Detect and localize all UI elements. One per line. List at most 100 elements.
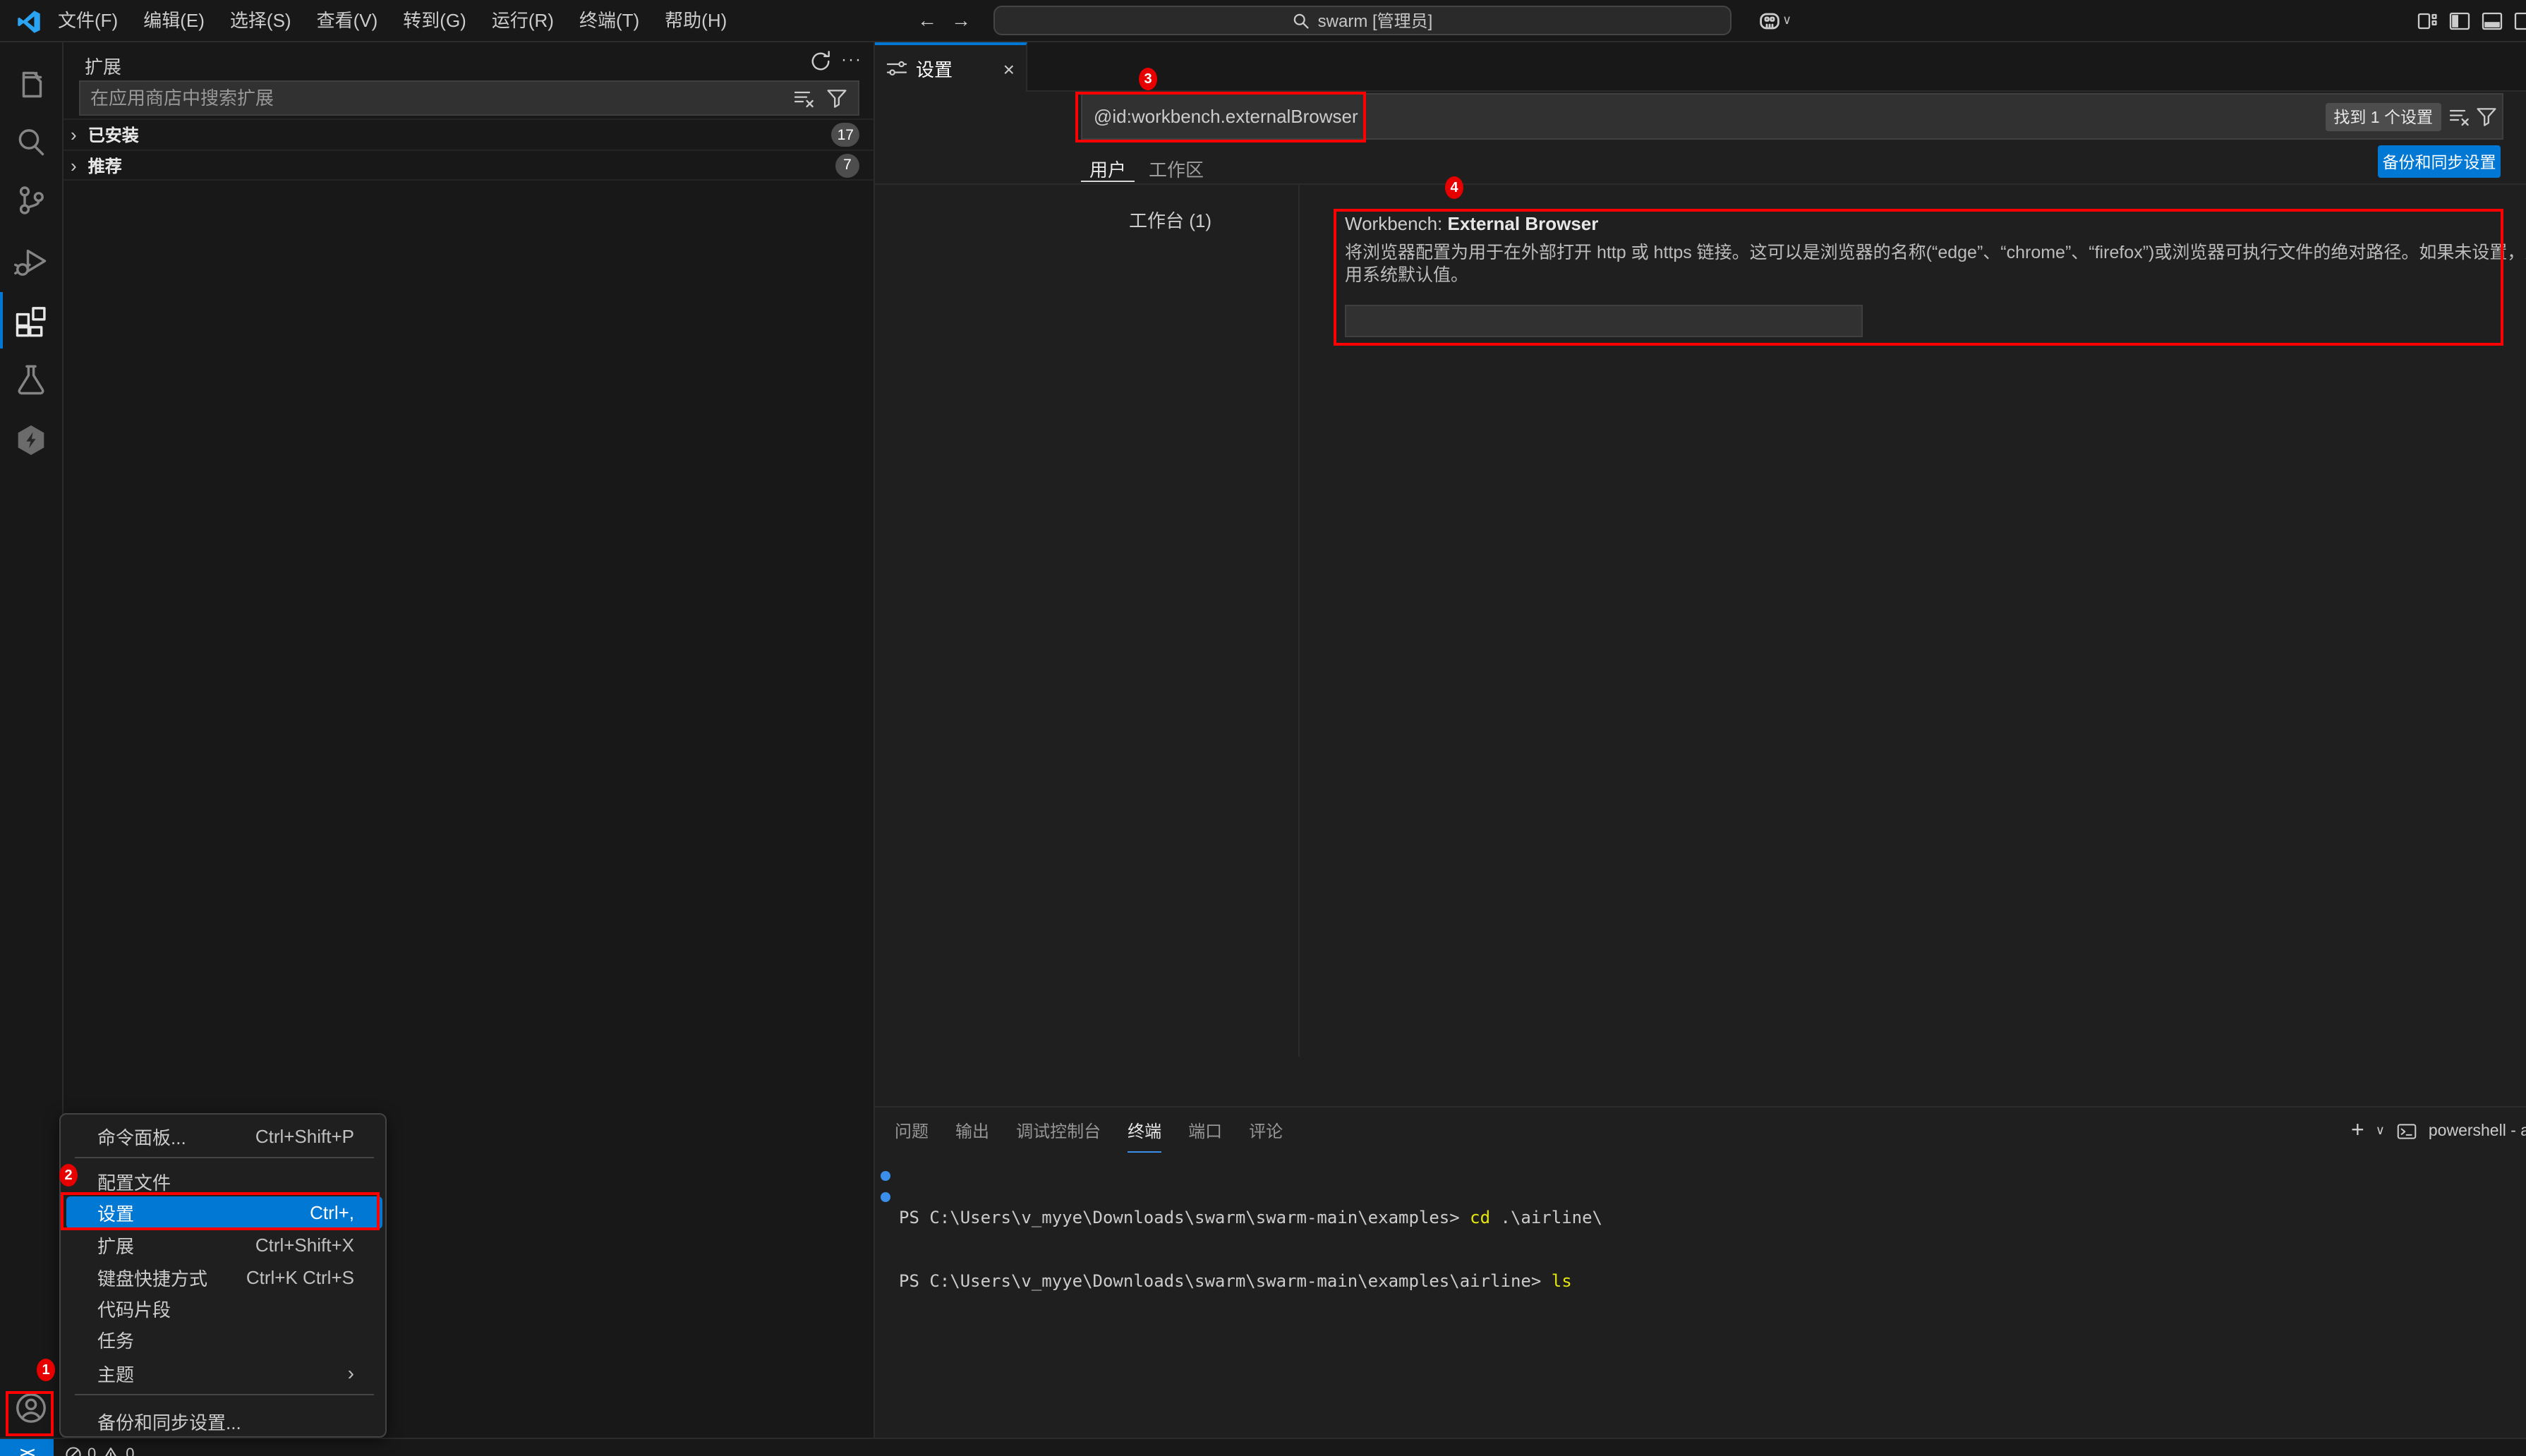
extensions-search-input[interactable]	[80, 82, 796, 114]
menu-item-backup-sync[interactable]: 备份和同步设置...	[61, 1405, 388, 1436]
title-bar: 文件(F) 编辑(E) 选择(S) 查看(V) 转到(G) 运行(R) 终端(T…	[0, 0, 2526, 42]
scope-tab-user[interactable]: 用户	[1081, 155, 1135, 182]
section-recommended[interactable]: › 推荐 7	[64, 150, 874, 181]
toggle-sidebar-icon[interactable]	[2446, 0, 2474, 42]
menu-item-extensions[interactable]: 扩展Ctrl+Shift+X	[61, 1229, 388, 1260]
setting-description: 将浏览器配置为用于在外部打开 http 或 https 链接。这可以是浏览器的名…	[1345, 241, 2526, 286]
tab-settings[interactable]: 设置 ×	[875, 42, 1027, 92]
menu-separator	[75, 1157, 374, 1158]
backup-sync-settings-button[interactable]: 备份和同步设置	[2378, 145, 2501, 178]
filter-results-icon[interactable]	[793, 87, 816, 110]
nav-forward-icon[interactable]: →	[951, 0, 971, 42]
panel-tab-output[interactable]: 输出	[955, 1110, 989, 1153]
menu-selection[interactable]: 选择(S)	[217, 0, 304, 42]
menu-item-tasks[interactable]: 任务	[61, 1323, 388, 1354]
menu-item-profiles[interactable]: 配置文件	[61, 1165, 388, 1196]
funnel-filter-icon[interactable]	[2475, 106, 2498, 128]
command-text: ls	[1552, 1271, 1572, 1291]
search-sidebar-icon[interactable]	[0, 114, 62, 171]
scope-tabs-divider	[875, 183, 2526, 185]
nav-back-icon[interactable]: ←	[917, 0, 937, 42]
menu-item-label: 任务	[97, 1325, 134, 1352]
search-icon	[1293, 12, 1310, 29]
panel-tab-debug-console[interactable]: 调试控制台	[1016, 1110, 1101, 1153]
explorer-icon[interactable]	[0, 56, 62, 113]
customize-layout-icon[interactable]	[2413, 0, 2441, 42]
more-actions-icon[interactable]: ···	[841, 42, 862, 79]
scope-tab-workspace[interactable]: 工作区	[1140, 155, 1212, 181]
copilot-icon[interactable]	[1758, 10, 1781, 32]
testing-icon[interactable]	[0, 351, 62, 408]
setting-description-line1: 将浏览器配置为用于在外部打开 http 或 https 链接。这可以是浏览器的名…	[1345, 241, 2526, 264]
error-count: 0	[87, 1445, 96, 1456]
settings-search-input[interactable]	[1082, 95, 2293, 138]
new-terminal-icon[interactable]: +	[2351, 1118, 2364, 1143]
hexagon-extension-icon[interactable]	[0, 412, 62, 468]
chevron-right-icon: ›	[71, 154, 77, 176]
copilot-chevron-icon[interactable]: ∨	[1782, 0, 1791, 42]
funnel-filter-icon[interactable]	[826, 87, 848, 110]
panel-tab-bar: 问题 输出 调试控制台 终端 端口 评论	[895, 1110, 1283, 1153]
sidebar-title: 扩展	[85, 52, 121, 79]
menu-help[interactable]: 帮助(H)	[652, 0, 739, 42]
remote-indicator[interactable]: ><	[0, 1439, 54, 1456]
menu-view[interactable]: 查看(V)	[304, 0, 391, 42]
extensions-icon[interactable]	[0, 292, 62, 348]
settings-search-box: 找到 1 个设置	[1081, 93, 2503, 140]
bottom-panel: 问题 输出 调试控制台 终端 端口 评论 + ∨ powershell - ai…	[875, 1106, 2526, 1438]
menu-go[interactable]: 转到(G)	[390, 0, 479, 42]
count-badge: 17	[832, 123, 859, 147]
menu-item-themes[interactable]: 主题›	[61, 1357, 388, 1388]
menu-item-shortcut: Ctrl+K Ctrl+S	[246, 1266, 354, 1287]
menu-item-snippets[interactable]: 代码片段	[61, 1292, 388, 1323]
tab-close-icon[interactable]: ×	[1003, 57, 1015, 80]
run-debug-icon[interactable]	[0, 233, 62, 289]
panel-tab-terminal[interactable]: 终端	[1128, 1110, 1161, 1153]
source-control-icon[interactable]	[0, 172, 62, 229]
menu-item-label: 扩展	[97, 1231, 134, 1258]
annotation-step-2: 2	[59, 1164, 78, 1187]
clear-filters-icon[interactable]	[2448, 106, 2471, 128]
powershell-icon	[2396, 1121, 2417, 1141]
command-center[interactable]: swarm [管理员]	[993, 6, 1732, 35]
account-icon[interactable]	[0, 1380, 62, 1436]
section-installed[interactable]: › 已安装 17	[64, 119, 874, 150]
count-badge: 7	[835, 153, 859, 177]
panel-tab-ports[interactable]: 端口	[1188, 1110, 1222, 1153]
menu-run[interactable]: 运行(R)	[479, 0, 567, 42]
menu-item-command-palette[interactable]: 命令面板...Ctrl+Shift+P	[61, 1120, 388, 1151]
toggle-secondary-sidebar-icon[interactable]	[2510, 0, 2526, 42]
toc-item-workbench[interactable]: 工作台 (1)	[1129, 206, 1211, 233]
menu-item-settings[interactable]: 设置Ctrl+,	[66, 1196, 382, 1229]
setting-name: External Browser	[1448, 213, 1599, 234]
manage-context-menu: 命令面板...Ctrl+Shift+P 配置文件 设置Ctrl+, 扩展Ctrl…	[59, 1113, 387, 1438]
vscode-logo-icon	[17, 10, 41, 34]
command-success-dot	[881, 1171, 890, 1181]
setting-description-line2: 用系统默认值。	[1345, 264, 2526, 286]
setting-category: Workbench:	[1345, 213, 1448, 234]
menu-item-label: 设置	[97, 1199, 134, 1226]
toggle-panel-icon[interactable]	[2478, 0, 2506, 42]
panel-actions: + ∨ powershell - airline	[2351, 1110, 2526, 1151]
section-label: 已安装	[88, 123, 139, 147]
menu-terminal[interactable]: 终端(T)	[567, 0, 652, 42]
menu-item-keyboard-shortcuts[interactable]: 键盘快捷方式Ctrl+K Ctrl+S	[61, 1261, 388, 1292]
refresh-icon[interactable]	[809, 49, 833, 73]
terminal-dropdown-icon[interactable]: ∨	[2376, 1123, 2385, 1139]
menubar: 文件(F) 编辑(E) 选择(S) 查看(V) 转到(G) 运行(R) 终端(T…	[45, 0, 739, 42]
toc-divider	[1298, 185, 1300, 1057]
setting-title: Workbench: External Browser	[1345, 213, 1598, 234]
external-browser-value-input[interactable]	[1345, 305, 1863, 337]
problems-status[interactable]: 0 0	[65, 1439, 135, 1456]
menu-file[interactable]: 文件(F)	[45, 0, 131, 42]
terminal-session-label[interactable]: powershell - airline	[2429, 1122, 2526, 1139]
command-args: .\airline\	[1490, 1208, 1602, 1227]
editor-area: 设置 × 找到 1 个设置 备份和同步设置 用户 工作区 工作台 (1) Wor…	[875, 42, 2526, 1106]
menu-edit[interactable]: 编辑(E)	[131, 0, 217, 42]
panel-tab-comments[interactable]: 评论	[1249, 1110, 1283, 1153]
command-center-text: swarm [管理员]	[1318, 8, 1433, 32]
terminal-content[interactable]: PS C:\Users\v_myye\Downloads\swarm\swarm…	[899, 1165, 1602, 1438]
annotation-step-1: 1	[37, 1359, 55, 1381]
panel-tab-problems[interactable]: 问题	[895, 1110, 929, 1153]
warnings-icon	[102, 1445, 120, 1456]
